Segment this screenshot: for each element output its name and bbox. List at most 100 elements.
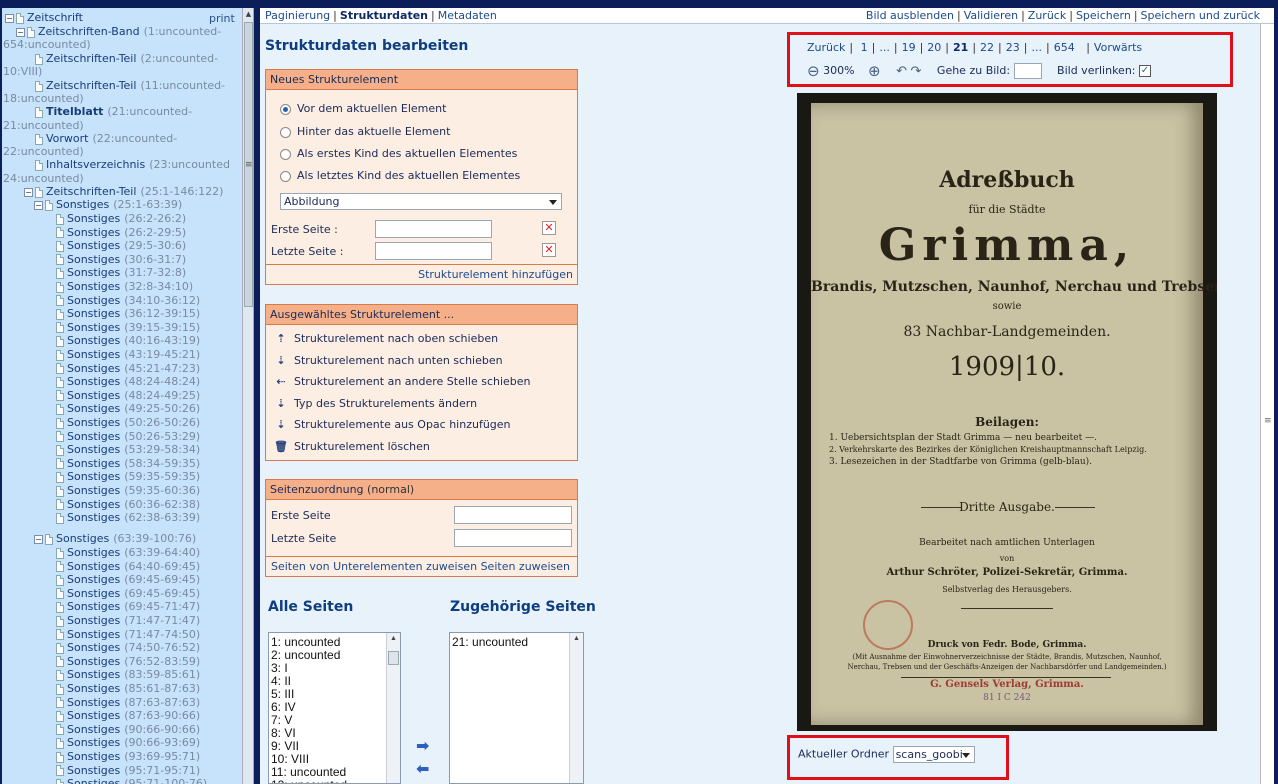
- viewer-forward-link[interactable]: Vorwärts: [1094, 41, 1142, 54]
- tree-node[interactable]: Zeitschriften-Teil (11:uncounted-: [35, 79, 225, 92]
- tree-node-sonstiges[interactable]: Sonstiges (69:45-69:45): [56, 587, 200, 600]
- collapse-icon[interactable]: −: [34, 200, 43, 210]
- move-up-button[interactable]: ⇡ Strukturelement nach oben schieben: [274, 332, 498, 345]
- tree-node-sonstiges[interactable]: Sonstiges (63:39-64:40): [56, 546, 200, 559]
- tree-node-sonstiges[interactable]: Sonstiges (48:24-48:24): [56, 375, 200, 388]
- tree-scrollbar[interactable]: ▲ ≡: [242, 8, 253, 784]
- first-page-input[interactable]: [375, 220, 492, 238]
- collapse-icon[interactable]: −: [5, 13, 14, 23]
- clear-last-page-icon[interactable]: ✕: [542, 243, 556, 257]
- tree-node-sonstiges[interactable]: Sonstiges (50:26-50:26): [56, 416, 200, 429]
- tree-node-sonstiges[interactable]: Sonstiges (60:36-62:38): [56, 498, 200, 511]
- tree-node-sonstiges[interactable]: Sonstiges (36:12-39:15): [56, 307, 200, 320]
- assign-pages-button[interactable]: Seiten zuweisen: [481, 560, 570, 573]
- assign-last-page-input[interactable]: [454, 529, 572, 547]
- tree-root-zeitschrift[interactable]: − Zeitschrift: [5, 11, 87, 24]
- tree-node-sonstiges[interactable]: Sonstiges (71:47-74:50): [56, 628, 200, 641]
- tree-node-sonstiges[interactable]: Sonstiges (87:63-87:63): [56, 696, 200, 709]
- tree-node-sonstiges[interactable]: Sonstiges (32:8-34:10): [56, 280, 193, 293]
- list-scroll-thumb[interactable]: [388, 651, 399, 665]
- arrow-right-icon[interactable]: ➡: [416, 736, 429, 755]
- radio-last-child[interactable]: Als letztes Kind des aktuellen Elementes: [280, 169, 520, 182]
- assign-first-page-input[interactable]: [454, 506, 572, 524]
- page-link[interactable]: 654: [1054, 41, 1075, 54]
- tree-node[interactable]: Vorwort (22:uncounted-: [35, 132, 177, 145]
- panel-resize-grip[interactable]: ≡: [245, 160, 253, 170]
- page-link[interactable]: 23: [1006, 41, 1020, 54]
- collapse-icon[interactable]: −: [34, 534, 43, 544]
- page-link[interactable]: 21: [953, 41, 968, 54]
- goto-image-input[interactable]: [1013, 63, 1042, 79]
- page-link[interactable]: 20: [927, 41, 941, 54]
- tree-node-sonstiges[interactable]: Sonstiges (53:29-58:34): [56, 443, 200, 456]
- tree-node-sonstiges[interactable]: Sonstiges (34:10-36:12): [56, 294, 200, 307]
- tree-node-sonstiges[interactable]: Sonstiges (83:59-85:61): [56, 668, 200, 681]
- page-link[interactable]: 19: [902, 41, 916, 54]
- tree-node-sonstiges[interactable]: Sonstiges (48:24-49:25): [56, 389, 200, 402]
- tree-node-sonstiges[interactable]: Sonstiges (62:38-63:39): [56, 511, 200, 524]
- radio-before-current[interactable]: Vor dem aktuellen Element: [280, 102, 446, 115]
- page-scan-image[interactable]: Adreßbuch für die Städte Grimma, Brandis…: [797, 93, 1217, 731]
- all-pages-list[interactable]: 1: uncounted 2: uncounted 3: I 4: II 5: III 6…: [268, 632, 401, 784]
- arrow-left-icon[interactable]: ⬅: [416, 759, 429, 778]
- tree-node-sonstiges[interactable]: Sonstiges (90:66-93:69): [56, 736, 200, 749]
- tree-node-sonstiges[interactable]: Sonstiges (87:63-90:66): [56, 709, 200, 722]
- last-page-input[interactable]: [375, 242, 492, 260]
- tab-metadaten[interactable]: Metadaten: [438, 9, 497, 22]
- add-from-opac-button[interactable]: ⇣ Strukturelemente aus Opac hinzufügen: [274, 418, 510, 431]
- panel-resize-grip[interactable]: ≡: [1264, 416, 1272, 426]
- page-link[interactable]: 1: [861, 41, 868, 54]
- tree-node-sonstiges[interactable]: Sonstiges (26:2-26:2): [56, 212, 186, 225]
- list-scrollbar[interactable]: ▲: [569, 633, 583, 783]
- add-structure-element-button[interactable]: Strukturelement hinzufügen: [266, 264, 577, 284]
- list-scrollbar[interactable]: ▲: [386, 633, 400, 783]
- radio-unchecked-icon[interactable]: [280, 170, 291, 182]
- tree-node-sonstiges[interactable]: Sonstiges (30:6-31:7): [56, 253, 186, 266]
- tree-node-sonstiges[interactable]: Sonstiges (74:50-76:52): [56, 641, 200, 654]
- tree-node-sonstiges[interactable]: Sonstiges (93:69-95:71): [56, 750, 200, 763]
- tree-node-sonstiges[interactable]: Sonstiges (76:52-83:59): [56, 655, 200, 668]
- hide-image-link[interactable]: Bild ausblenden: [866, 9, 954, 22]
- viewer-back-link[interactable]: Zurück: [807, 41, 845, 54]
- tree-node-sonstiges[interactable]: Sonstiges (43:19-45:21): [56, 348, 200, 361]
- page-link[interactable]: ...: [879, 41, 890, 54]
- move-down-button[interactable]: ⇣ Strukturelement nach unten schieben: [274, 354, 502, 367]
- save-link[interactable]: Speichern: [1076, 9, 1131, 22]
- tree-node-sonstiges[interactable]: Sonstiges (26:2-29:5): [56, 226, 186, 239]
- assign-subelement-pages-button[interactable]: Seiten von Unterelementen zuweisen: [271, 560, 477, 573]
- element-type-select[interactable]: Abbildung: [280, 193, 562, 210]
- radio-unchecked-icon[interactable]: [280, 126, 291, 138]
- zoom-in-icon[interactable]: ⊕: [868, 62, 881, 80]
- tree-node-selected[interactable]: Titelblatt (21:uncounted-: [35, 105, 192, 118]
- tree-node[interactable]: − Sonstiges (25:1-63:39): [34, 198, 182, 211]
- tree-node[interactable]: Inhaltsverzeichnis (23:uncounted: [35, 158, 230, 171]
- main-scrollbar[interactable]: ≡: [1260, 24, 1274, 784]
- scroll-up-icon[interactable]: ▲: [570, 633, 583, 645]
- folder-select[interactable]: scans_goobi: [892, 746, 975, 763]
- collapse-icon[interactable]: −: [24, 187, 33, 197]
- radio-first-child[interactable]: Als erstes Kind des aktuellen Elementes: [280, 147, 517, 160]
- assigned-pages-list[interactable]: 21: uncounted ▲: [449, 632, 584, 784]
- radio-unchecked-icon[interactable]: [280, 148, 291, 160]
- tab-paginierung[interactable]: Paginierung: [265, 9, 330, 22]
- tree-node-sonstiges[interactable]: Sonstiges (49:25-50:26): [56, 402, 200, 415]
- tree-node-sonstiges[interactable]: Sonstiges (95:71-95:71): [56, 764, 200, 777]
- tree-node-sonstiges[interactable]: Sonstiges (58:34-59:35): [56, 457, 200, 470]
- rotate-left-icon[interactable]: ↶: [896, 64, 907, 79]
- tree-node-sonstiges[interactable]: Sonstiges (45:21-47:23): [56, 362, 200, 375]
- back-link[interactable]: Zurück: [1028, 9, 1066, 22]
- tree-node-sonstiges[interactable]: Sonstiges (69:45-69:45): [56, 573, 200, 586]
- tree-node-sonstiges[interactable]: Sonstiges (31:7-32:8): [56, 266, 186, 279]
- tree-node[interactable]: − Zeitschriften-Band (1:uncounted-: [16, 25, 221, 38]
- tab-strukturdaten[interactable]: Strukturdaten: [340, 9, 428, 22]
- tree-node-sonstiges[interactable]: Sonstiges (40:16-43:19): [56, 334, 200, 347]
- tree-node-sonstiges[interactable]: Sonstiges (59:35-60:36): [56, 484, 200, 497]
- page-list-item[interactable]: 12: uncounted: [271, 779, 347, 784]
- delete-element-button[interactable]: 🗑 Strukturelement löschen: [274, 440, 430, 453]
- assigned-page-item[interactable]: 21: uncounted: [452, 636, 528, 649]
- tree-node-sonstiges[interactable]: Sonstiges (85:61-87:63): [56, 682, 200, 695]
- tree-node[interactable]: − Zeitschriften-Teil (25:1-146:122): [24, 185, 223, 198]
- zoom-out-icon[interactable]: ⊖: [807, 62, 820, 80]
- tree-node-sonstiges[interactable]: Sonstiges (50:26-53:29): [56, 430, 200, 443]
- tree-node-sonstiges[interactable]: Sonstiges (69:45-71:47): [56, 600, 200, 613]
